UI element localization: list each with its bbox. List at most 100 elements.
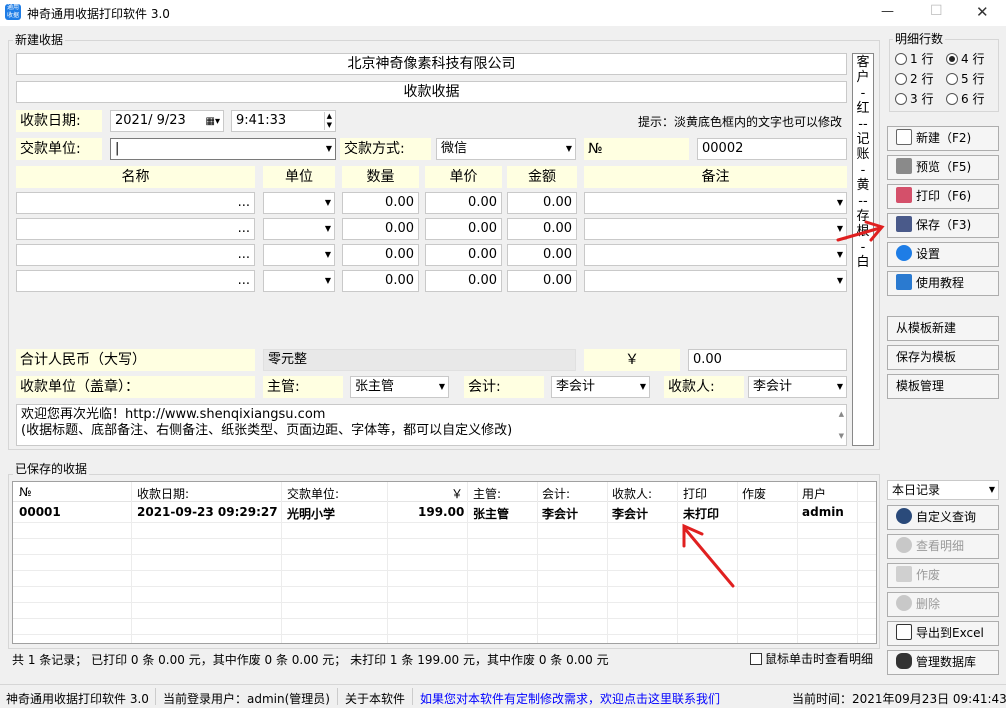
export-excel-button[interactable]: 导出到Excel bbox=[887, 621, 999, 646]
item-amount-field[interactable]: 0.00 bbox=[507, 270, 577, 292]
save-button[interactable]: 保存（F3) bbox=[887, 213, 999, 238]
method-value: 微信 bbox=[441, 141, 468, 156]
spinner-icon[interactable]: ▲ ▼ bbox=[323, 112, 332, 130]
manage-template-button[interactable]: 模板管理 bbox=[887, 374, 999, 399]
view-detail-button[interactable]: 查看明细 bbox=[887, 534, 999, 559]
export-icon bbox=[896, 624, 912, 640]
chevron-down-icon[interactable]: ▼ bbox=[566, 139, 572, 159]
item-remark-combobox[interactable]: ▼ bbox=[584, 218, 847, 240]
save-template-button[interactable]: 保存为模板 bbox=[887, 345, 999, 370]
header-unit[interactable]: 单位 bbox=[263, 166, 335, 188]
item-qty-field[interactable]: 0.00 bbox=[342, 270, 419, 292]
new-receipt-group-label: 新建收据 bbox=[13, 33, 66, 47]
date-value: 2021/ 9/23 bbox=[115, 113, 186, 128]
new-button[interactable]: 新建（F2) bbox=[887, 126, 999, 151]
item-name-field[interactable]: ... bbox=[16, 270, 255, 292]
time-value: 9:41:33 bbox=[236, 113, 287, 128]
header-remark[interactable]: 备注 bbox=[584, 166, 847, 188]
payer-combobox[interactable]: | ▼ bbox=[110, 138, 336, 160]
item-price-field[interactable]: 0.00 bbox=[425, 218, 502, 240]
company-field[interactable]: 北京神奇像素科技有限公司 bbox=[16, 53, 847, 75]
view-icon bbox=[896, 537, 912, 553]
supervisor-label[interactable]: 主管: bbox=[263, 376, 343, 398]
no-field[interactable]: 00002 bbox=[697, 138, 847, 160]
scroll-down-icon[interactable]: ▼ bbox=[839, 428, 844, 444]
time-picker[interactable]: 9:41:33 ▲ ▼ bbox=[231, 110, 336, 132]
records-filter-select[interactable]: 本日记录 ▼ bbox=[887, 480, 999, 500]
item-unit-combobox[interactable]: ▼ bbox=[263, 218, 335, 240]
close-button[interactable]: ✕ bbox=[976, 3, 989, 21]
preview-button[interactable]: 预览（F5) bbox=[887, 155, 999, 180]
void-button[interactable]: 作废 bbox=[887, 563, 999, 588]
method-combobox[interactable]: 微信 ▼ bbox=[436, 138, 576, 160]
payer-label[interactable]: 交款单位: bbox=[16, 138, 102, 160]
checkbox-icon[interactable] bbox=[750, 653, 762, 665]
item-name-field[interactable]: ... bbox=[16, 218, 255, 240]
supervisor-combobox[interactable]: 张主管 ▼ bbox=[350, 376, 449, 398]
header-qty[interactable]: 数量 bbox=[342, 166, 419, 188]
scroll-up-icon[interactable]: ▲ bbox=[839, 406, 844, 422]
item-remark-combobox[interactable]: ▼ bbox=[584, 192, 847, 214]
item-price-field[interactable]: 0.00 bbox=[425, 244, 502, 266]
status-app-name: 神奇通用收据打印软件 3.0 bbox=[6, 692, 149, 706]
date-picker[interactable]: 2021/ 9/23 ▦▾ bbox=[110, 110, 224, 132]
item-name-field[interactable]: ... bbox=[16, 192, 255, 214]
tutorial-button[interactable]: 使用教程 bbox=[887, 271, 999, 296]
seal-label[interactable]: 收款单位（盖章）： bbox=[16, 376, 255, 398]
header-amount[interactable]: 金额 bbox=[507, 166, 577, 188]
radio-3-row[interactable]: 3 行 bbox=[895, 91, 933, 107]
total-cn-label[interactable]: 合计人民币（大写） bbox=[16, 349, 255, 371]
custom-query-button[interactable]: 自定义查询 bbox=[887, 505, 999, 530]
item-amount-field[interactable]: 0.00 bbox=[507, 218, 577, 240]
radio-2-row[interactable]: 2 行 bbox=[895, 71, 933, 87]
radio-6-row[interactable]: 6 行 bbox=[946, 91, 984, 107]
tip-text: 提示：淡黄底色框内的文字也可以修改 bbox=[638, 115, 843, 129]
method-label[interactable]: 交款方式: bbox=[340, 138, 431, 160]
item-price-field[interactable]: 0.00 bbox=[425, 270, 502, 292]
header-price[interactable]: 单价 bbox=[425, 166, 502, 188]
header-name[interactable]: 名称 bbox=[16, 166, 255, 188]
radio-5-row[interactable]: 5 行 bbox=[946, 71, 984, 87]
payer-value: | bbox=[115, 141, 120, 156]
cashier-label[interactable]: 收款人: bbox=[664, 376, 744, 398]
yen-label[interactable]: ￥ bbox=[584, 349, 680, 371]
app-icon: 通用收据 bbox=[5, 4, 21, 20]
chevron-down-icon[interactable]: ▼ bbox=[326, 139, 332, 159]
item-unit-combobox[interactable]: ▼ bbox=[263, 244, 335, 266]
title-bar: 通用收据 神奇通用收据打印软件 3.0 — ☐ ✕ bbox=[0, 0, 1006, 26]
no-label[interactable]: № bbox=[584, 138, 689, 160]
item-amount-field[interactable]: 0.00 bbox=[507, 192, 577, 214]
item-remark-combobox[interactable]: ▼ bbox=[584, 270, 847, 292]
item-qty-field[interactable]: 0.00 bbox=[342, 244, 419, 266]
item-qty-field[interactable]: 0.00 bbox=[342, 218, 419, 240]
cashier-combobox[interactable]: 李会计 ▼ bbox=[748, 376, 847, 398]
radio-4-row[interactable]: 4 行 bbox=[946, 51, 984, 67]
accountant-label[interactable]: 会计: bbox=[464, 376, 544, 398]
about-link[interactable]: 关于本软件 bbox=[345, 690, 405, 707]
click-option-checkbox[interactable]: 鼠标单击时查看明细 bbox=[750, 650, 873, 667]
accountant-combobox[interactable]: 李会计 ▼ bbox=[551, 376, 650, 398]
item-qty-field[interactable]: 0.00 bbox=[342, 192, 419, 214]
contact-link[interactable]: 如果您对本软件有定制修改需求，欢迎点击这里联系我们 bbox=[420, 690, 720, 707]
detail-rows-label: 明细行数 bbox=[893, 32, 946, 46]
maximize-button[interactable]: ☐ bbox=[930, 3, 943, 19]
from-template-button[interactable]: 从模板新建 bbox=[887, 316, 999, 341]
receipt-title-field[interactable]: 收款收据 bbox=[16, 81, 847, 103]
minimize-button[interactable]: — bbox=[881, 4, 894, 19]
item-price-field[interactable]: 0.00 bbox=[425, 192, 502, 214]
item-unit-combobox[interactable]: ▼ bbox=[263, 192, 335, 214]
delete-button[interactable]: 删除 bbox=[887, 592, 999, 617]
settings-button[interactable]: 设置 bbox=[887, 242, 999, 267]
footer-note-textarea[interactable]: 欢迎您再次光临！http://www.shenqixiangsu.com (收据… bbox=[16, 404, 847, 446]
item-remark-combobox[interactable]: ▼ bbox=[584, 244, 847, 266]
calendar-icon[interactable]: ▦▾ bbox=[206, 112, 220, 131]
manage-database-button[interactable]: 管理数据库 bbox=[887, 650, 999, 675]
radio-1-row[interactable]: 1 行 bbox=[895, 51, 933, 67]
saved-receipts-table[interactable]: № 收款日期: 交款单位: ￥ 主管: 会计: 收款人: 打印 作废 用户 00… bbox=[12, 481, 877, 644]
item-name-field[interactable]: ... bbox=[16, 244, 255, 266]
side-note[interactable]: 客户 - 红 -- 记账 - 黄 -- 存根 - 白 bbox=[852, 53, 874, 446]
date-label[interactable]: 收款日期: bbox=[16, 110, 102, 132]
item-amount-field[interactable]: 0.00 bbox=[507, 244, 577, 266]
print-button[interactable]: 打印（F6) bbox=[887, 184, 999, 209]
item-unit-combobox[interactable]: ▼ bbox=[263, 270, 335, 292]
